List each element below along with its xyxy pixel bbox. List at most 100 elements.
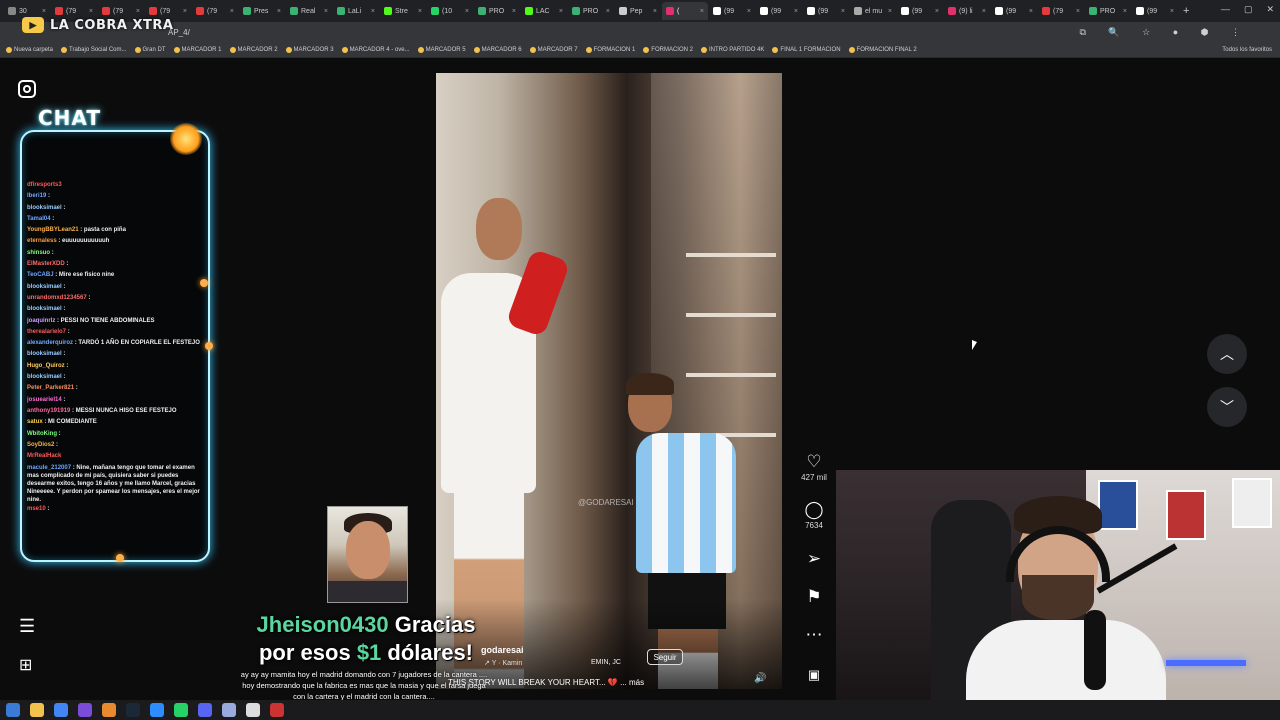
tab-close-icon[interactable]: ×	[183, 8, 187, 15]
like-button[interactable]: ♡ 427 mil	[800, 452, 828, 482]
tab-close-icon[interactable]: ×	[277, 8, 281, 15]
bookmark-item[interactable]: FORMACION 1	[585, 46, 635, 53]
reel-video[interactable]: @GODARESAI godaresai ↗ Y · Kamin EMIN, J…	[436, 73, 782, 689]
tab-close-icon[interactable]: ×	[512, 8, 516, 15]
browser-tab[interactable]: (99 ×	[756, 2, 802, 20]
browser-tab[interactable]: LAC ×	[521, 2, 567, 20]
app-icon[interactable]	[222, 703, 236, 717]
comment-button[interactable]: ◯ 7634	[800, 500, 828, 530]
share-button[interactable]: ➢	[800, 549, 828, 569]
tab-close-icon[interactable]: ×	[794, 8, 798, 15]
app-icon[interactable]	[78, 703, 92, 717]
bookmark-item[interactable]: FORMACION FINAL 2	[848, 46, 917, 53]
tab-close-icon[interactable]: ×	[1076, 8, 1080, 15]
browser-tab[interactable]: PRO ×	[568, 2, 614, 20]
browser-tab[interactable]: (99 ×	[803, 2, 849, 20]
maximize-icon[interactable]: ▢	[1244, 4, 1253, 15]
browser-tab[interactable]: Stre ×	[380, 2, 426, 20]
tab-close-icon[interactable]: ×	[418, 8, 422, 15]
browser-tab[interactable]: (×	[662, 2, 708, 20]
file-explorer-icon[interactable]	[30, 703, 44, 717]
more-options-button[interactable]: ⋯	[800, 625, 828, 645]
address-bar[interactable]: AP_4/ ⧉ 🔍 ☆ ● ⬢ ⋮	[0, 22, 1280, 42]
app-icon[interactable]	[150, 703, 164, 717]
browser-tab[interactable]: (99 ×	[709, 2, 755, 20]
tab-close-icon[interactable]: ×	[888, 8, 892, 15]
reel-username[interactable]: godaresai	[481, 645, 524, 655]
bookmark-item[interactable]: FORMACION 2	[643, 46, 693, 53]
browser-tab[interactable]: (99 ×	[1132, 2, 1178, 20]
browser-tab[interactable]: (9) li ×	[944, 2, 990, 20]
tab-close-icon[interactable]: ×	[136, 8, 140, 15]
tab-close-icon[interactable]: ×	[935, 8, 939, 15]
browser-tab[interactable]: (10 ×	[427, 2, 473, 20]
toolbar-icons[interactable]: ⧉ 🔍 ☆ ● ⬢ ⋮	[1080, 27, 1251, 38]
bookmark-item[interactable]: Nueva carpeta	[6, 46, 53, 53]
browser-tab[interactable]: (99 ×	[897, 2, 943, 20]
tab-close-icon[interactable]: ×	[559, 8, 563, 15]
bookmark-item[interactable]: INTRO PARTIDO 4K	[700, 46, 764, 53]
previous-reel-button[interactable]: ︿	[1207, 334, 1247, 374]
browser-tab[interactable]: Pres ×	[239, 2, 285, 20]
send-icon[interactable]: ➢	[800, 549, 828, 569]
browser-tab[interactable]: Real ×	[286, 2, 332, 20]
app-icon[interactable]	[102, 703, 116, 717]
tab-close-icon[interactable]: ×	[700, 8, 704, 15]
menu-icon[interactable]: ☰	[19, 616, 35, 637]
reel-tagged[interactable]: EMIN, JC	[591, 659, 621, 666]
tab-close-icon[interactable]: ×	[653, 8, 657, 15]
new-tab-icon[interactable]: +	[1183, 5, 1189, 17]
heart-icon[interactable]: ♡	[800, 452, 828, 472]
close-icon[interactable]: ✕	[1266, 4, 1274, 15]
discord-icon[interactable]	[198, 703, 212, 717]
tab-close-icon[interactable]: ×	[371, 8, 375, 15]
browser-tab[interactable]: (79 ×	[1038, 2, 1084, 20]
bookmark-icon[interactable]: ⚑	[800, 587, 828, 607]
browser-tab[interactable]: el mu ×	[850, 2, 896, 20]
tab-close-icon[interactable]: ×	[230, 8, 234, 15]
browser-tab[interactable]: LaLi ×	[333, 2, 379, 20]
bookmark-item[interactable]: MARCADOR 3	[285, 46, 334, 53]
browser-tab[interactable]: PRO ×	[1085, 2, 1131, 20]
app-icon[interactable]	[246, 703, 260, 717]
browser-tab[interactable]: (79 ×	[192, 2, 238, 20]
tab-close-icon[interactable]: ×	[982, 8, 986, 15]
audio-thumb-icon[interactable]: ▣	[800, 665, 828, 685]
obs-icon[interactable]	[270, 703, 284, 717]
reel-sound[interactable]: ↗ Y · Kamin	[484, 659, 522, 667]
tab-close-icon[interactable]: ×	[465, 8, 469, 15]
bookmark-item[interactable]: MARCADOR 4 - ove...	[341, 46, 410, 53]
start-icon[interactable]	[6, 703, 20, 717]
comment-icon[interactable]: ◯	[800, 500, 828, 520]
apps-grid-icon[interactable]: ⊞	[19, 655, 32, 675]
tab-close-icon[interactable]: ×	[841, 8, 845, 15]
next-reel-button[interactable]: ﹀	[1207, 387, 1247, 427]
tab-close-icon[interactable]: ×	[747, 8, 751, 15]
chrome-icon[interactable]	[54, 703, 68, 717]
minimize-icon[interactable]: —	[1221, 4, 1230, 15]
bookmark-item[interactable]: MARCADOR 2	[229, 46, 278, 53]
instagram-icon[interactable]	[18, 80, 36, 98]
volume-icon[interactable]: 🔊	[754, 673, 766, 684]
tab-close-icon[interactable]: ×	[1029, 8, 1033, 15]
bookmark-item[interactable]: MARCADOR 5	[417, 46, 466, 53]
save-button[interactable]: ⚑	[800, 587, 828, 607]
tab-close-icon[interactable]: ×	[606, 8, 610, 15]
bookmark-item[interactable]: MARCADOR 6	[473, 46, 522, 53]
browser-tab[interactable]: Pep ×	[615, 2, 661, 20]
tab-close-icon[interactable]: ×	[42, 8, 46, 15]
tab-close-icon[interactable]: ×	[1123, 8, 1127, 15]
follow-button[interactable]: Seguir	[647, 649, 683, 665]
browser-tab[interactable]: PRO ×	[474, 2, 520, 20]
bookmark-item[interactable]: MARCADOR 1	[173, 46, 222, 53]
tab-close-icon[interactable]: ×	[89, 8, 93, 15]
bookmark-item[interactable]: Gran DT	[134, 46, 166, 53]
all-bookmarks-folder[interactable]: Todos los favoritos	[1222, 47, 1272, 53]
more-icon[interactable]: ⋯	[800, 625, 828, 645]
bookmark-item[interactable]: FINAL 1 FORMACION	[772, 46, 841, 53]
bookmark-item[interactable]: MARCADOR 7	[529, 46, 578, 53]
app-icon[interactable]	[174, 703, 188, 717]
tab-close-icon[interactable]: ×	[324, 8, 328, 15]
steam-icon[interactable]	[126, 703, 140, 717]
browser-tab[interactable]: (99 ×	[991, 2, 1037, 20]
